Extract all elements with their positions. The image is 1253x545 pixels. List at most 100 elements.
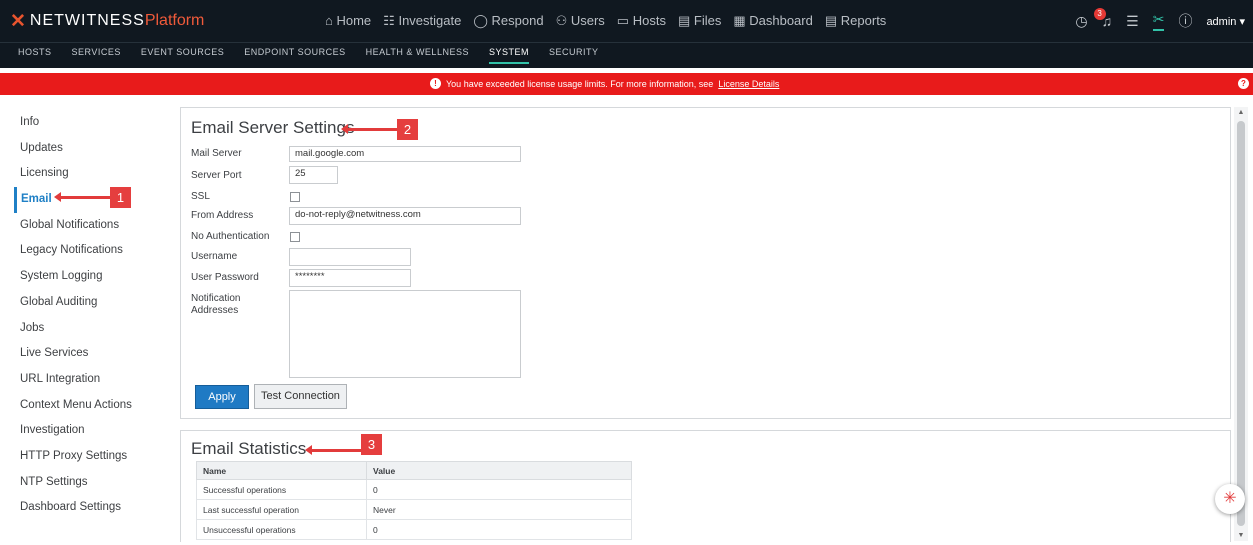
stat-value: 0 bbox=[366, 479, 632, 500]
test-connection-button[interactable]: Test Connection bbox=[254, 384, 347, 409]
main-navigation: ⌂ Home ☷ Investigate ◯ Respond ⚇ Users ▭… bbox=[325, 13, 886, 29]
home-icon: ⌂ bbox=[325, 13, 333, 28]
username-input[interactable] bbox=[289, 248, 411, 266]
notification-addresses-label-line-2: Addresses bbox=[191, 305, 239, 316]
sidebar-item-jobs[interactable]: Jobs bbox=[14, 316, 174, 342]
stat-name: Unsuccessful operations bbox=[196, 519, 367, 540]
license-alert-banner: ! You have exceeded license usage limits… bbox=[0, 73, 1253, 95]
sidebar-item-licensing[interactable]: Licensing bbox=[14, 161, 174, 187]
system-sidebar: Info Updates Licensing Email Global Noti… bbox=[14, 110, 174, 521]
notifications-bell-icon[interactable]: ♫ 3 bbox=[1093, 8, 1112, 29]
sidebar-item-updates[interactable]: Updates bbox=[14, 136, 174, 162]
ssl-label: SSL bbox=[191, 191, 210, 202]
scrollbar-thumb[interactable] bbox=[1237, 121, 1245, 526]
chevron-down-icon: ▾ bbox=[1239, 15, 1245, 28]
nav-home[interactable]: ⌂ Home bbox=[325, 13, 371, 29]
from-address-label: From Address bbox=[191, 210, 254, 221]
username-label: Username bbox=[191, 251, 238, 262]
tab-health-wellness[interactable]: HEALTH & WELLNESS bbox=[366, 47, 469, 64]
callout-1: 1 bbox=[54, 187, 131, 208]
logo-icon: ✕ bbox=[10, 10, 26, 32]
sidebar-item-dashboard-settings[interactable]: Dashboard Settings bbox=[14, 495, 174, 521]
column-header-name: Name bbox=[196, 461, 367, 480]
tab-hosts[interactable]: HOSTS bbox=[18, 47, 52, 64]
scroll-down-icon[interactable]: ▼ bbox=[1234, 532, 1248, 539]
email-statistics-panel: Email Statistics 3 Name Value Successful… bbox=[180, 430, 1231, 542]
hosts-icon: ▭ bbox=[616, 13, 630, 28]
no-authentication-label: No Authentication bbox=[191, 231, 270, 242]
email-statistics-table: Name Value Successful operations 0 Last … bbox=[196, 461, 632, 540]
nav-hosts[interactable]: ▭ Hosts bbox=[617, 13, 666, 29]
tab-system[interactable]: SYSTEM bbox=[488, 47, 529, 64]
tasks-icon[interactable]: ☰ bbox=[1126, 13, 1139, 30]
alert-message: You have exceeded license usage limits. … bbox=[446, 78, 714, 89]
sidebar-item-investigation[interactable]: Investigation bbox=[14, 418, 174, 444]
vertical-scrollbar[interactable]: ▲ ▼ bbox=[1234, 107, 1248, 541]
callout-arrow bbox=[54, 192, 110, 202]
sidebar-item-url-integration[interactable]: URL Integration bbox=[14, 367, 174, 393]
stat-value: 0 bbox=[366, 519, 632, 540]
tab-endpoint-sources[interactable]: ENDPOINT SOURCES bbox=[244, 47, 345, 64]
nav-users[interactable]: ⚇ Users bbox=[556, 13, 605, 29]
netwitness-assistant-icon[interactable]: ✳ bbox=[1215, 484, 1245, 514]
respond-icon: ◯ bbox=[473, 13, 488, 28]
table-header-row: Name Value bbox=[196, 461, 632, 480]
email-server-settings-title: Email Server Settings bbox=[191, 118, 355, 137]
tab-services[interactable]: SERVICES bbox=[72, 47, 121, 64]
sidebar-item-info[interactable]: Info bbox=[14, 110, 174, 136]
from-address-input[interactable]: do-not-reply@netwitness.com bbox=[289, 207, 521, 225]
nav-respond[interactable]: ◯ Respond bbox=[473, 13, 543, 29]
email-statistics-title: Email Statistics bbox=[191, 439, 307, 458]
sidebar-item-http-proxy-settings[interactable]: HTTP Proxy Settings bbox=[14, 444, 174, 470]
ssl-checkbox[interactable] bbox=[290, 192, 300, 202]
mail-server-input[interactable]: mail.google.com bbox=[289, 146, 521, 162]
investigate-icon: ☷ bbox=[383, 13, 395, 28]
reports-icon: ▤ bbox=[824, 13, 838, 28]
dashboard-icon: ▦ bbox=[733, 13, 746, 28]
sidebar-item-context-menu-actions[interactable]: Context Menu Actions bbox=[14, 393, 174, 419]
stat-name: Successful operations bbox=[196, 479, 367, 500]
sidebar-item-global-notifications[interactable]: Global Notifications bbox=[14, 213, 174, 239]
notification-addresses-textarea[interactable] bbox=[289, 290, 521, 378]
header-right-tools: ◷ ♫ 3 ☰ ✂ ⓘ admin ▾ bbox=[1075, 8, 1245, 31]
users-icon: ⚇ bbox=[555, 13, 568, 28]
admin-sub-navigation: HOSTS SERVICES EVENT SOURCES ENDPOINT SO… bbox=[0, 42, 1253, 68]
user-menu[interactable]: admin ▾ bbox=[1206, 15, 1245, 28]
tab-security[interactable]: SECURITY bbox=[549, 47, 599, 64]
callout-2: 2 bbox=[341, 119, 418, 140]
apply-button[interactable]: Apply bbox=[195, 385, 249, 409]
callout-arrow bbox=[305, 445, 361, 455]
sidebar-item-ntp-settings[interactable]: NTP Settings bbox=[14, 470, 174, 496]
sidebar-item-live-services[interactable]: Live Services bbox=[14, 341, 174, 367]
admin-tools-icon[interactable]: ✂ bbox=[1152, 11, 1165, 31]
sidebar-item-global-auditing[interactable]: Global Auditing bbox=[14, 290, 174, 316]
user-password-label: User Password bbox=[191, 272, 259, 283]
user-password-input[interactable]: ******** bbox=[289, 269, 411, 287]
scroll-up-icon[interactable]: ▲ bbox=[1234, 109, 1248, 116]
callout-3: 3 bbox=[305, 434, 382, 455]
nav-reports[interactable]: ▤ Reports bbox=[825, 13, 886, 29]
server-port-input[interactable]: 25 bbox=[289, 166, 338, 184]
netwitness-logo[interactable]: ✕ NETWITNESS Platform bbox=[10, 10, 204, 32]
column-header-value: Value bbox=[366, 461, 632, 480]
stat-value: Never bbox=[366, 499, 632, 520]
sidebar-item-legacy-notifications[interactable]: Legacy Notifications bbox=[14, 238, 174, 264]
help-icon[interactable]: ⓘ bbox=[1178, 11, 1192, 31]
table-row: Last successful operation Never bbox=[196, 499, 632, 520]
callout-arrow bbox=[341, 124, 397, 134]
table-row: Unsuccessful operations 0 bbox=[196, 519, 632, 540]
alert-icon: ! bbox=[430, 78, 441, 89]
sidebar-item-system-logging[interactable]: System Logging bbox=[14, 264, 174, 290]
no-authentication-checkbox[interactable] bbox=[290, 232, 300, 242]
question-icon[interactable]: ? bbox=[1238, 78, 1249, 89]
server-port-label: Server Port bbox=[191, 170, 242, 181]
nav-dashboard[interactable]: ▦ Dashboard bbox=[733, 13, 813, 29]
email-server-settings-panel: Email Server Settings 2 Mail Server mail… bbox=[180, 107, 1231, 419]
mail-server-label: Mail Server bbox=[191, 148, 242, 159]
nav-investigate[interactable]: ☷ Investigate bbox=[383, 13, 461, 29]
timer-icon[interactable]: ◷ bbox=[1075, 13, 1087, 30]
tab-event-sources[interactable]: EVENT SOURCES bbox=[141, 47, 224, 64]
license-details-link[interactable]: License Details bbox=[718, 79, 779, 89]
top-header-bar: ✕ NETWITNESS Platform ⌂ Home ☷ Investiga… bbox=[0, 0, 1253, 42]
nav-files[interactable]: ▤ Files bbox=[678, 13, 721, 29]
